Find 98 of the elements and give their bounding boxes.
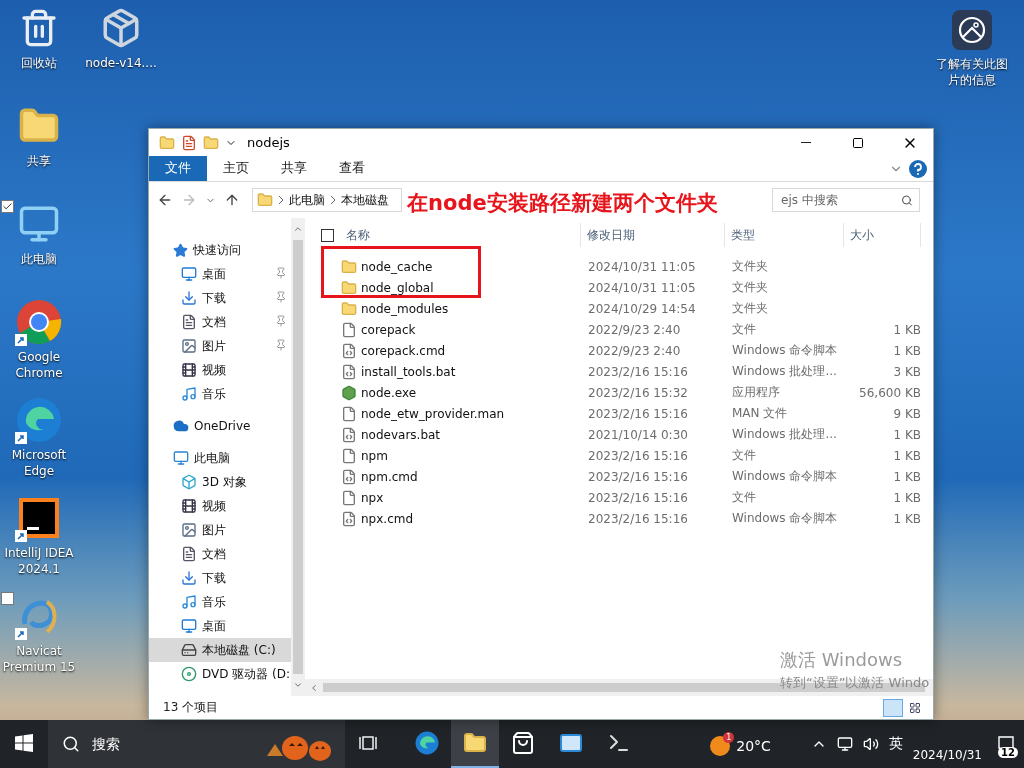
nav-item[interactable]: 图片 xyxy=(149,334,291,358)
icon-label[interactable]: 共享 xyxy=(0,153,78,169)
file-name[interactable]: npm.cmd xyxy=(361,469,418,484)
nav-item[interactable]: 音乐 xyxy=(149,590,291,614)
icon-label[interactable]: 此电脑 xyxy=(0,251,78,267)
file-name[interactable]: corepack xyxy=(361,322,416,337)
table-cell-text: 应用程序 xyxy=(731,384,781,401)
breadcrumb[interactable]: 本地磁盘 xyxy=(341,191,389,209)
table-cell-text: 1 KB xyxy=(892,448,921,463)
nav-item[interactable]: 视频 xyxy=(149,358,291,382)
table-cell-text: 2024/10/29 14:54 xyxy=(587,301,697,316)
table-cell-text: 1 KB xyxy=(892,343,921,358)
column-header[interactable]: 名称 xyxy=(346,226,370,244)
ribbon-tab[interactable]: 共享 xyxy=(265,156,323,181)
address-bar[interactable]: 此电脑 本地磁盘 xyxy=(252,188,402,212)
taskbar-search-field[interactable]: 搜索 xyxy=(48,720,345,768)
table-cell-text: 56,600 KB xyxy=(858,385,921,400)
nav-item[interactable]: 快速访问 xyxy=(149,238,291,262)
nav-item[interactable]: 下载 xyxy=(149,566,291,590)
icon-label[interactable]: 回收站 xyxy=(0,55,78,71)
icon-label[interactable]: Google Chrome xyxy=(0,349,78,381)
table-cell-text: 2021/10/14 0:30 xyxy=(587,427,689,442)
table-cell-text: 2024/10/31 11:05 xyxy=(587,259,697,274)
table-cell-text: Windows 批处理... xyxy=(731,426,838,443)
table-cell-text: 文件 xyxy=(731,489,757,506)
activation-title: 激活 Windows xyxy=(780,648,904,672)
table-cell-text: 2023/2/16 15:16 xyxy=(587,511,689,526)
table-cell-text: 1 KB xyxy=(892,511,921,526)
table-cell-text: 文件 xyxy=(731,321,757,338)
file-name[interactable]: npx.cmd xyxy=(361,511,414,526)
file-name[interactable]: node.exe xyxy=(361,385,417,400)
table-cell-text: 2023/2/16 15:16 xyxy=(587,406,689,421)
table-cell-text: 1 KB xyxy=(892,490,921,505)
table-cell-text: 2023/2/16 15:16 xyxy=(587,490,689,505)
table-cell-text: 3 KB xyxy=(892,364,921,379)
icon-label[interactable]: Microsoft Edge xyxy=(0,447,78,479)
nav-item[interactable]: 视频 xyxy=(149,494,291,518)
nav-item[interactable]: 下载 xyxy=(149,286,291,310)
column-header[interactable]: 修改日期 xyxy=(581,223,725,247)
breadcrumb[interactable]: 此电脑 xyxy=(289,191,325,209)
file-name[interactable]: npm xyxy=(361,448,388,463)
icon-label[interactable]: 了解有关此图片的信息 xyxy=(933,56,1011,88)
table-cell-text: 2022/9/23 2:40 xyxy=(587,322,682,337)
table-cell-text: 文件夹 xyxy=(731,300,769,317)
table-cell-text: 1 KB xyxy=(892,469,921,484)
table-cell-text: 文件 xyxy=(731,447,757,464)
column-header[interactable]: 类型 xyxy=(725,223,844,247)
nav-item[interactable]: 桌面 xyxy=(149,262,291,286)
table-cell-text: Windows 命令脚本 xyxy=(731,342,839,359)
nav-item[interactable]: 图片 xyxy=(149,518,291,542)
search-field[interactable]: ejs 中搜索 xyxy=(772,188,920,212)
file-name[interactable]: node_cache xyxy=(361,259,433,274)
file-name[interactable]: node_global xyxy=(361,280,434,295)
column-header[interactable]: 大小 xyxy=(844,223,921,247)
table-cell-text: 2023/2/16 15:16 xyxy=(587,448,689,463)
file-name[interactable]: node_modules xyxy=(361,301,449,316)
clock-date[interactable]: 2024/10/31 xyxy=(912,748,982,762)
table-cell-text: Windows 命令脚本 xyxy=(731,468,839,485)
window-title: nodejs xyxy=(247,135,291,150)
table-cell-text: 1 KB xyxy=(892,427,921,442)
notification-center-button[interactable]: 12 xyxy=(992,720,1020,768)
file-name[interactable]: npx xyxy=(361,490,384,505)
nav-item[interactable]: 此电脑 xyxy=(149,446,291,470)
table-cell-text: 1 KB xyxy=(892,322,921,337)
weather-widget[interactable]: 1 20°C xyxy=(710,730,771,758)
icon-label[interactable]: node-v14.... xyxy=(82,55,160,71)
table-cell-text: 文件夹 xyxy=(731,258,769,275)
file-name[interactable]: node_etw_provider.man xyxy=(361,406,505,421)
table-cell-text: 文件夹 xyxy=(731,279,769,296)
table-cell-text: Windows 命令脚本 xyxy=(731,510,839,527)
input-method-indicator[interactable]: 英 xyxy=(888,735,903,753)
nav-item[interactable]: 音乐 xyxy=(149,382,291,406)
nav-item[interactable]: 文档 xyxy=(149,310,291,334)
table-cell-text: 9 KB xyxy=(892,406,921,421)
table-cell-text: 2022/9/23 2:40 xyxy=(587,343,682,358)
nav-item[interactable]: DVD 驱动器 (D: xyxy=(149,662,291,686)
nav-item[interactable]: 3D 对象 xyxy=(149,470,291,494)
table-cell-text: 2023/2/16 15:16 xyxy=(587,469,689,484)
icon-label[interactable]: IntelliJ IDEA 2024.1 xyxy=(0,545,78,577)
nav-item[interactable]: 本地磁盘 (C:) xyxy=(149,638,291,662)
nav-item[interactable]: 文档 xyxy=(149,542,291,566)
ribbon-tab[interactable]: 查看 xyxy=(323,156,381,181)
annotation-text: 在node安装路径新建两个文件夹 xyxy=(407,190,718,217)
item-count: 13 个项目 xyxy=(163,699,220,716)
nav-item[interactable]: OneDrive xyxy=(149,414,291,438)
search-input[interactable]: 搜索 xyxy=(90,735,240,753)
file-name[interactable]: install_tools.bat xyxy=(361,364,456,379)
table-cell-text: MAN 文件 xyxy=(731,405,789,422)
ribbon-tab[interactable]: 主页 xyxy=(207,156,265,181)
table-cell-text: 2023/2/16 15:16 xyxy=(587,364,689,379)
table-cell-text: 2023/2/16 15:32 xyxy=(587,385,689,400)
file-name[interactable]: corepack.cmd xyxy=(361,343,446,358)
table-cell-text: 2024/10/31 11:05 xyxy=(587,280,697,295)
activation-hint: 转到“设置”以激活 Windo xyxy=(780,674,930,692)
nav-item[interactable]: 桌面 xyxy=(149,614,291,638)
table-cell-text: Windows 批处理... xyxy=(731,363,838,380)
file-name[interactable]: nodevars.bat xyxy=(361,427,441,442)
file-menu-button[interactable]: 文件 xyxy=(149,156,207,181)
